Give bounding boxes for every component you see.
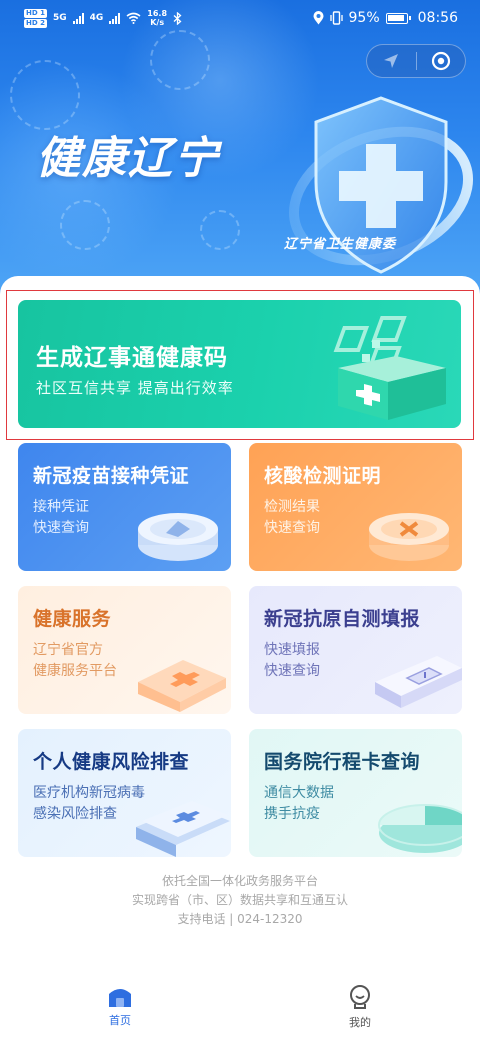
card-line1: 通信大数据 xyxy=(264,785,334,801)
tab-me[interactable]: 我的 xyxy=(320,984,400,1030)
hd1-label: HD 1 xyxy=(24,8,47,18)
card-line1: 快速填报 xyxy=(264,642,320,658)
footer-line3: 支持电话 | 024-12320 xyxy=(177,912,303,926)
card-line1: 辽宁省官方 xyxy=(33,642,103,658)
shield-cross-icon xyxy=(288,96,474,274)
qr-code-box-icon xyxy=(333,316,446,420)
network-type-2: 4G xyxy=(89,13,104,23)
wifi-icon xyxy=(126,12,141,24)
generate-health-code-card[interactable]: 生成辽事通健康码 社区互信共享 提高出行效率 xyxy=(18,300,461,428)
card-title: 生成辽事通健康码 xyxy=(36,345,228,371)
footer-line1: 依托全国一体化政务服务平台 xyxy=(161,874,318,888)
card-line2: 快速查询 xyxy=(264,663,320,679)
card-line1: 检测结果 xyxy=(264,499,320,515)
footer-line2: 实现跨省（市、区）数据共享和互通互认 xyxy=(131,893,348,907)
card-line2: 快速查询 xyxy=(264,520,320,536)
signal-icon xyxy=(72,12,84,24)
net-speed: 16.8 K/s xyxy=(147,9,168,27)
card-title: 新冠疫苗接种凭证 xyxy=(33,465,190,487)
risk-screening-card[interactable]: 个人健康风险排查 医疗机构新冠病毒 感染风险排查 xyxy=(18,729,231,857)
tab-home[interactable]: 首页 xyxy=(80,984,160,1028)
pie-chart-icon xyxy=(378,804,462,853)
battery-percent: 95% xyxy=(348,10,380,26)
card-line2: 携手抗疫 xyxy=(264,806,320,822)
navigation-arrow-icon xyxy=(384,54,399,68)
virus-decoration xyxy=(10,60,80,130)
antigen-test-kit-icon xyxy=(375,656,462,708)
home-icon xyxy=(109,989,131,1007)
vibrate-icon xyxy=(329,11,343,25)
card-title: 核酸检测证明 xyxy=(264,465,382,487)
card-line2: 健康服务平台 xyxy=(33,663,117,679)
card-line1: 接种凭证 xyxy=(33,499,89,515)
hero-banner: HD 1 HD 2 5G 4G 16.8 K/s 95% 08:56 健康辽宁 … xyxy=(0,0,480,300)
health-service-card[interactable]: 健康服务 辽宁省官方 健康服务平台 xyxy=(18,586,231,714)
signal-icon xyxy=(109,12,121,24)
footer-info: 依托全国一体化政务服务平台 实现跨省（市、区）数据共享和互通互认 支持电话 | … xyxy=(0,872,480,929)
card-title: 健康服务 xyxy=(33,608,112,630)
app-title: 健康辽宁 xyxy=(36,133,220,184)
tab-me-label: 我的 xyxy=(349,1016,371,1029)
nucleic-test-card[interactable]: 核酸检测证明 检测结果 快速查询 xyxy=(249,443,462,571)
miniprogram-capsule xyxy=(366,44,466,78)
hd2-label: HD 2 xyxy=(24,18,47,28)
network-type-1: 5G xyxy=(52,13,67,23)
navigation-button[interactable] xyxy=(367,45,416,77)
card-line2: 感染风险排查 xyxy=(33,806,117,822)
close-target-button[interactable] xyxy=(417,45,466,77)
bottom-tab-bar: 首页 我的 xyxy=(0,978,480,1040)
virus-decoration xyxy=(200,210,240,250)
clock: 08:56 xyxy=(417,10,458,26)
virus-decoration xyxy=(60,200,110,250)
card-title: 新冠抗原自测填报 xyxy=(264,608,421,630)
card-line1: 医疗机构新冠病毒 xyxy=(33,785,145,801)
travel-card-query-card[interactable]: 国务院行程卡查询 通信大数据 携手抗疫 xyxy=(249,729,462,857)
battery-icon xyxy=(385,12,411,24)
tab-home-label: 首页 xyxy=(109,1014,131,1027)
card-title: 个人健康风险排查 xyxy=(33,751,190,773)
bluetooth-icon xyxy=(173,11,182,25)
vaccine-certificate-card[interactable]: 新冠疫苗接种凭证 接种凭证 快速查询 xyxy=(18,443,231,571)
vaccine-badge-icon xyxy=(138,513,218,561)
antigen-report-card[interactable]: 新冠抗原自测填报 快速填报 快速查询 xyxy=(249,586,462,714)
user-icon xyxy=(350,985,370,1009)
shield-illustration xyxy=(286,86,476,286)
test-result-badge-icon xyxy=(369,513,449,561)
org-name: 辽宁省卫生健康委 xyxy=(284,237,397,252)
status-bar: HD 1 HD 2 5G 4G 16.8 K/s 95% 08:56 xyxy=(0,0,480,36)
location-pin-icon xyxy=(313,11,324,25)
medical-kit-icon xyxy=(138,660,226,712)
target-circle-icon xyxy=(431,51,450,71)
medical-document-icon xyxy=(136,801,230,857)
virus-decoration xyxy=(150,30,210,90)
card-title: 国务院行程卡查询 xyxy=(264,751,421,773)
card-line2: 快速查询 xyxy=(33,520,89,536)
card-subtitle: 社区互信共享 提高出行效率 xyxy=(36,379,234,397)
hd-indicator: HD 1 HD 2 xyxy=(24,8,47,28)
